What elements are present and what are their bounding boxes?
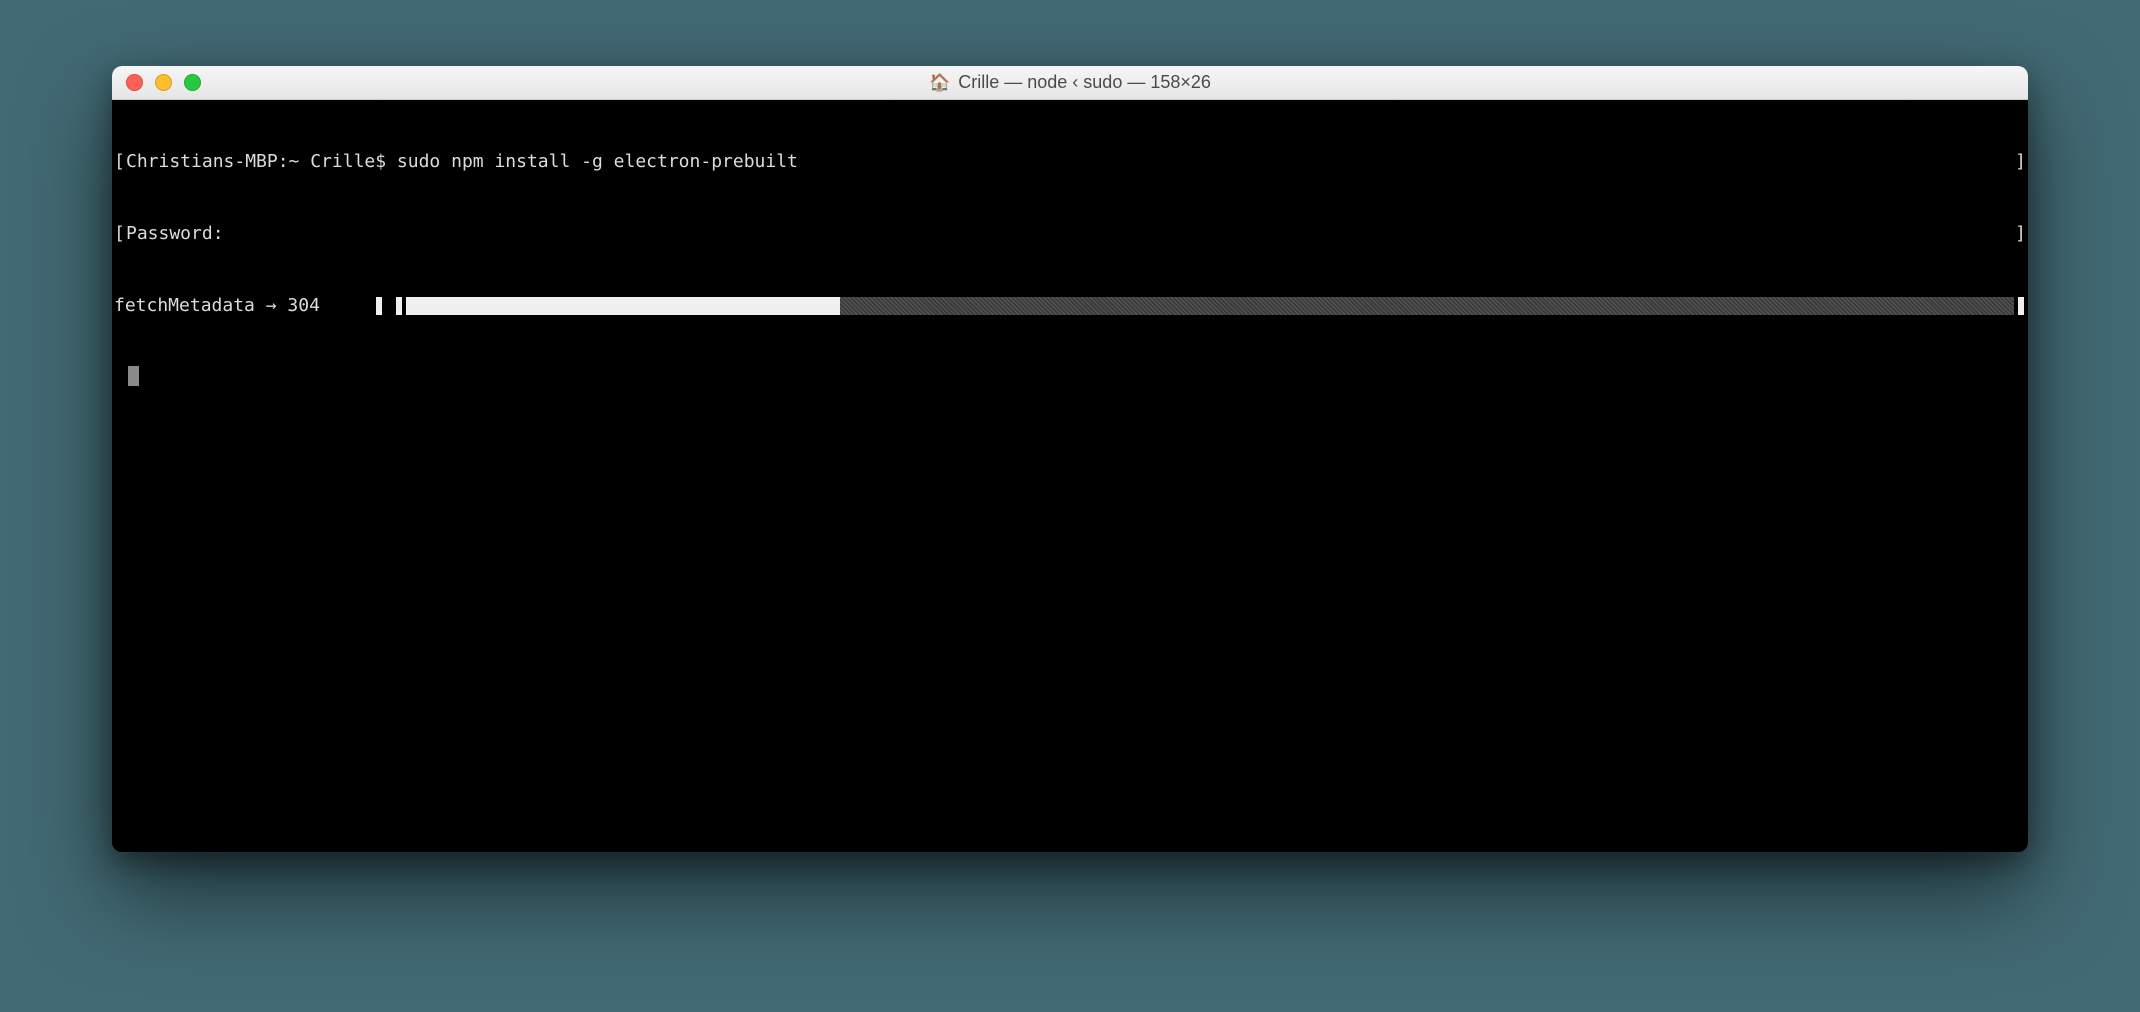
terminal-line [112,366,2028,390]
progress-cap-left-b [396,297,402,315]
window-title: 🏠 Crille — node ‹ sudo — 158×26 [112,72,2028,93]
bracket-left: [ [114,222,126,246]
progress-row: fetchMetadata → 304 [112,294,2028,318]
bracket-right: ] [2014,150,2026,174]
progress-remainder [840,297,2014,315]
close-button[interactable] [126,74,143,91]
home-icon: 🏠 [929,74,950,91]
progress-label: fetchMetadata → 304 [114,294,374,318]
progress-fill [406,297,840,315]
terminal-text: Password: [126,222,2014,246]
zoom-button[interactable] [184,74,201,91]
progress-bar [406,297,2014,315]
window-title-text: Crille — node ‹ sudo — 158×26 [958,72,1211,93]
terminal-body[interactable]: [ Christians-MBP:~ Crille$ sudo npm inst… [112,100,2028,852]
titlebar[interactable]: 🏠 Crille — node ‹ sudo — 158×26 [112,66,2028,100]
terminal-window: 🏠 Crille — node ‹ sudo — 158×26 [ Christ… [112,66,2028,852]
terminal-text: Christians-MBP:~ Crille$ sudo npm instal… [126,150,2014,174]
window-controls [126,74,201,91]
bracket-right: ] [2014,222,2026,246]
terminal-line: [ Christians-MBP:~ Crille$ sudo npm inst… [112,150,2028,174]
progress-cap-right [2018,297,2024,315]
bracket-left: [ [114,150,126,174]
terminal-line: [ Password: ] [112,222,2028,246]
progress-cap-left-a [376,297,382,315]
minimize-button[interactable] [155,74,172,91]
cursor [128,366,139,386]
